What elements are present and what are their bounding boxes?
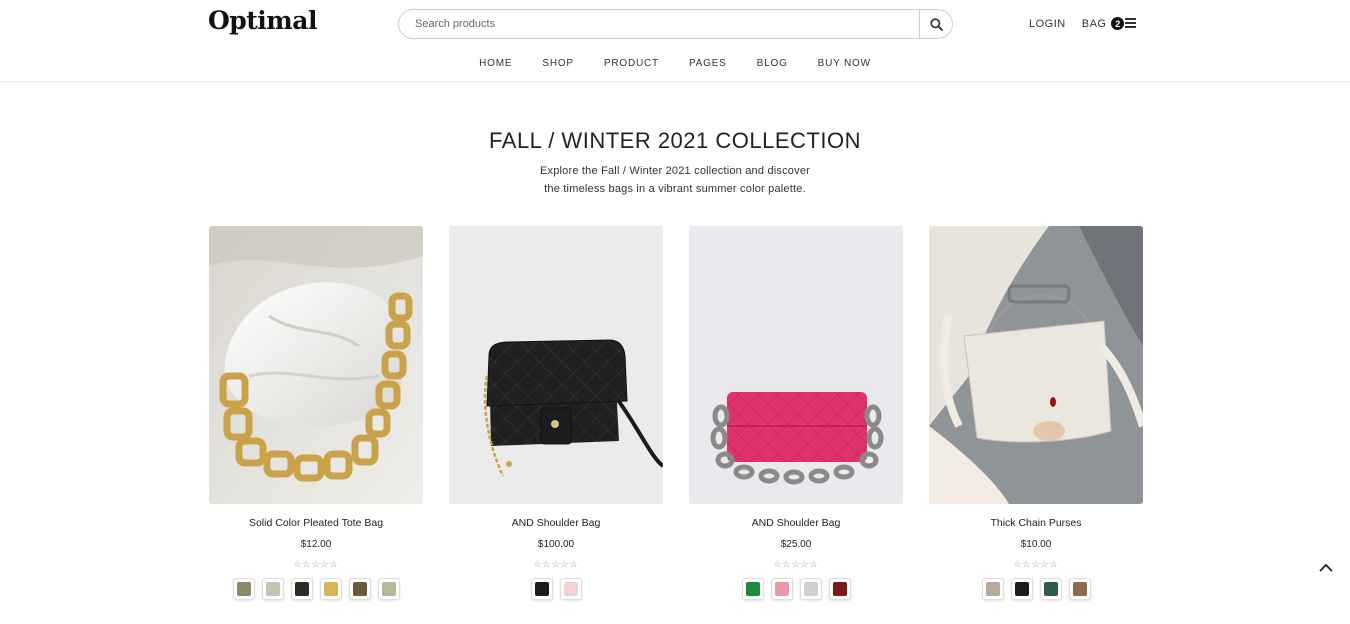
product-price: $10.00 (1020, 539, 1052, 550)
swatch[interactable] (1010, 578, 1033, 600)
nav-buy-now[interactable]: BUY NOW (818, 58, 871, 69)
product-image[interactable] (689, 226, 903, 504)
collection-subtitle: Explore the Fall / Winter 2021 collectio… (0, 162, 1350, 198)
rating-stars: ☆☆☆☆☆ (1013, 559, 1059, 569)
product-image[interactable] (929, 226, 1143, 504)
product-image[interactable] (449, 226, 663, 504)
subtitle-line-1: Explore the Fall / Winter 2021 collectio… (539, 165, 811, 177)
color-swatches (689, 578, 903, 600)
swatch[interactable] (1068, 578, 1091, 600)
rating-stars: ☆☆☆☆☆ (293, 559, 339, 569)
swatch[interactable] (232, 578, 255, 600)
product-name[interactable]: AND Shoulder Bag (689, 517, 903, 529)
nav-product[interactable]: PRODUCT (604, 58, 659, 69)
back-to-top-button[interactable] (1318, 560, 1334, 574)
product-grid: Solid Color Pleated Tote Bag $12.00 ☆☆☆☆… (209, 226, 1143, 600)
swatch[interactable] (319, 578, 342, 600)
header-actions: LOGIN BAG 2 (1029, 17, 1125, 30)
color-swatches (929, 578, 1143, 600)
product-price: $25.00 (780, 539, 812, 550)
swatch[interactable] (1039, 578, 1062, 600)
swatch[interactable] (799, 578, 822, 600)
product-price: $100.00 (537, 539, 575, 550)
swatch[interactable] (559, 578, 582, 600)
swatch[interactable] (828, 578, 851, 600)
rating-stars: ☆☆☆☆☆ (773, 559, 819, 569)
swatch[interactable] (261, 578, 284, 600)
nav-pages[interactable]: PAGES (689, 58, 727, 69)
rating-stars: ☆☆☆☆☆ (533, 559, 579, 569)
swatch[interactable] (377, 578, 400, 600)
swatch[interactable] (348, 578, 371, 600)
product-card: AND Shoulder Bag $25.00 ☆☆☆☆☆ (689, 226, 903, 600)
swatch[interactable] (530, 578, 553, 600)
search-button[interactable] (919, 10, 952, 38)
nav-home[interactable]: HOME (479, 58, 512, 69)
swatch[interactable] (770, 578, 793, 600)
bag-count-badge: 2 (1111, 17, 1125, 30)
search-bar (398, 9, 953, 39)
product-image[interactable] (209, 226, 423, 504)
product-card: Solid Color Pleated Tote Bag $12.00 ☆☆☆☆… (209, 226, 423, 600)
product-card: Thick Chain Purses $10.00 ☆☆☆☆☆ (929, 226, 1143, 600)
site-header: Optimal LOGIN BAG 2 HOME SHOP PRODUCT PA… (0, 0, 1350, 82)
product-name[interactable]: Solid Color Pleated Tote Bag (209, 517, 423, 529)
main-nav: HOME SHOP PRODUCT PAGES BLOG BUY NOW (0, 58, 1350, 69)
swatch[interactable] (981, 578, 1004, 600)
login-link[interactable]: LOGIN (1029, 18, 1066, 30)
menu-icon[interactable] (1125, 18, 1136, 28)
product-card: AND Shoulder Bag $100.00 ☆☆☆☆☆ (449, 226, 663, 600)
search-icon (929, 17, 943, 31)
logo[interactable]: Optimal (208, 6, 317, 35)
product-name[interactable]: AND Shoulder Bag (449, 517, 663, 529)
nav-shop[interactable]: SHOP (542, 58, 574, 69)
color-swatches (449, 578, 663, 600)
color-swatches (209, 578, 423, 600)
swatch[interactable] (741, 578, 764, 600)
bag-link[interactable]: BAG 2 (1082, 17, 1125, 30)
product-name[interactable]: Thick Chain Purses (929, 517, 1143, 529)
bag-label: BAG (1081, 17, 1107, 30)
nav-blog[interactable]: BLOG (757, 58, 788, 69)
subtitle-line-2: the timeless bags in a vibrant summer co… (544, 183, 806, 195)
search-input[interactable] (399, 10, 919, 38)
chevron-up-icon (1319, 563, 1333, 572)
product-price: $12.00 (300, 539, 332, 550)
collection-title: FALL / WINTER 2021 COLLECTION (489, 128, 861, 153)
swatch[interactable] (290, 578, 313, 600)
